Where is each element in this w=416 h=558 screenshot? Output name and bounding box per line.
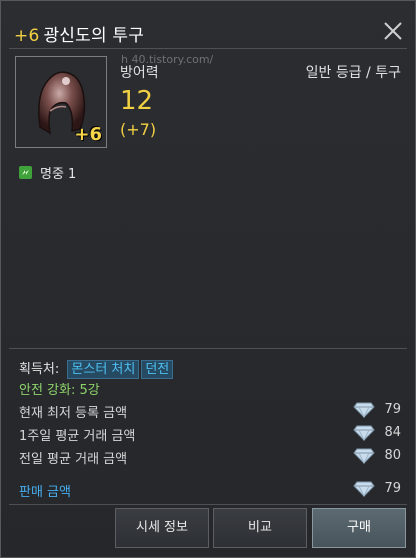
- option-line: 명중 1: [19, 163, 76, 182]
- title-item-name: 광신도의 투구: [43, 26, 145, 46]
- title-enhance-level: +6: [14, 26, 40, 46]
- stat-value: 12: [120, 86, 154, 116]
- acquire-label: 획득처:: [19, 362, 60, 377]
- item-enhance-badge: +6: [74, 124, 102, 145]
- item-title: +6 광신도의 투구: [14, 21, 144, 46]
- acquire-tag-monster[interactable]: 몬스터 처치: [67, 360, 140, 379]
- price-label: 현재 최저 등록 금액: [19, 406, 128, 421]
- price-row-day-avg: 전일 평균 거래 금액 80: [19, 448, 401, 467]
- price-row-lowest: 현재 최저 등록 금액 79: [19, 402, 401, 421]
- market-info-button[interactable]: 시세 정보: [115, 508, 209, 548]
- price-row-week-avg: 1주일 평균 거래 금액 84: [19, 425, 401, 444]
- acquire-tag-dungeon[interactable]: 던전: [141, 360, 174, 379]
- stat-bonus: (+7): [120, 120, 157, 139]
- price-value: 79: [384, 402, 401, 417]
- grade-label: 일반 등급 / 투구: [305, 65, 401, 81]
- info-divider: [9, 348, 407, 349]
- sell-price-row: 판매 금액 79: [19, 481, 401, 500]
- stat-label: 방어력: [120, 65, 159, 81]
- buy-button[interactable]: 구매: [312, 508, 406, 548]
- item-icon-slot[interactable]: +6: [15, 56, 107, 148]
- green-stat-icon: [19, 166, 32, 179]
- price-label: 전일 평균 거래 금액: [19, 452, 128, 467]
- close-icon: [384, 22, 402, 40]
- safe-enhance-text: 안전 강화: 5강: [19, 383, 100, 398]
- price-label: 1주일 평균 거래 금액: [19, 429, 136, 444]
- price-value: 80: [384, 448, 401, 463]
- compare-button[interactable]: 비교: [213, 508, 307, 548]
- close-button[interactable]: [381, 19, 405, 43]
- price-value: 84: [384, 425, 401, 440]
- option-text: 명중 1: [40, 167, 77, 182]
- sell-price-label: 판매 금액: [19, 485, 71, 500]
- header-divider: [9, 48, 407, 49]
- footer-divider: [9, 504, 407, 505]
- acquire-row: 획득처: 몬스터 처치 던전: [19, 358, 174, 379]
- item-tooltip-panel: +6광신도의 투구 +6 h 40.tistory.com/ 방어력 일반 등: [0, 0, 416, 558]
- sell-price-value: 79: [384, 481, 401, 496]
